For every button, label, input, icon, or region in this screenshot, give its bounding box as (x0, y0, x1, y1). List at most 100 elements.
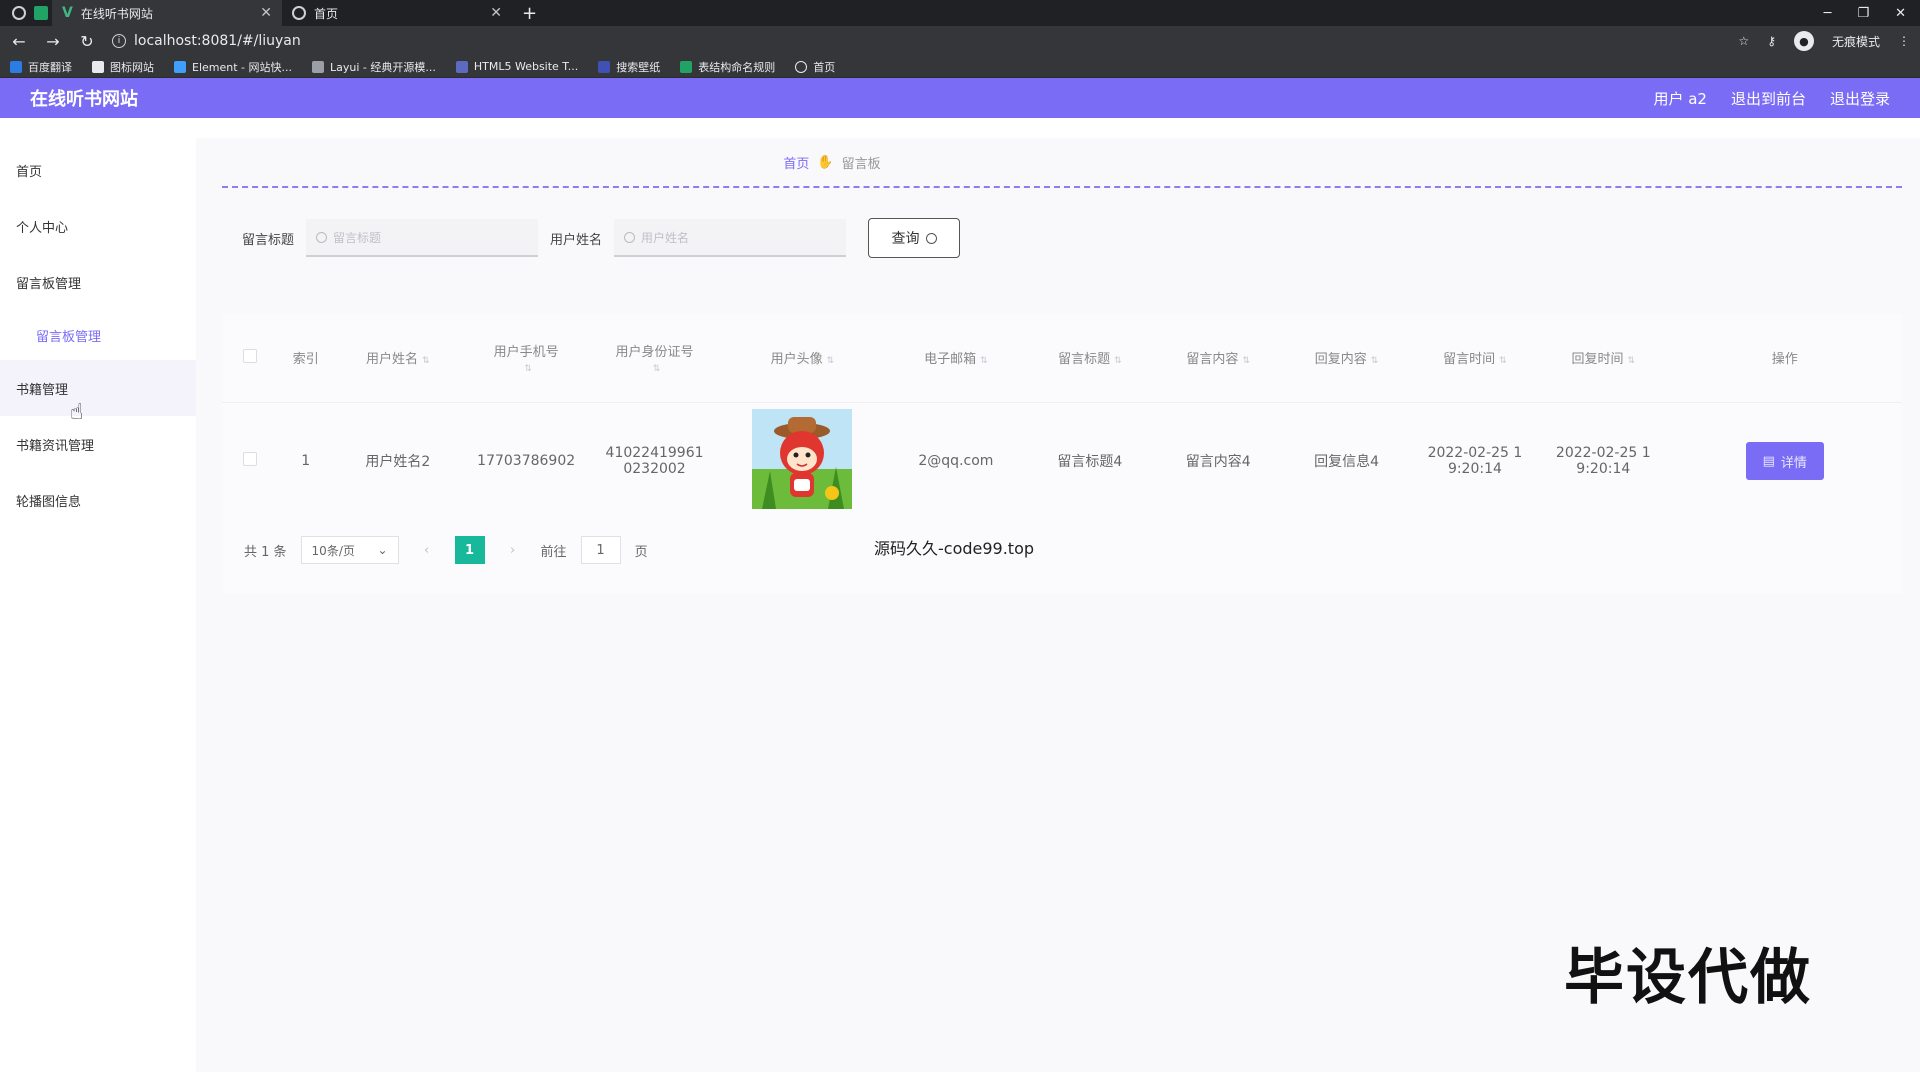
bookmark-naming-rules[interactable]: 表结构命名规则 (680, 59, 775, 75)
sort-icon[interactable]: ⇅ (1371, 356, 1379, 366)
row-checkbox[interactable] (222, 401, 278, 520)
sidebar-item-carousel[interactable]: 轮播图信息 (0, 472, 196, 528)
close-icon[interactable]: ✕ (490, 5, 502, 21)
html5-icon (455, 60, 468, 73)
logout-link[interactable]: 退出登录 (1830, 88, 1890, 109)
star-icon[interactable]: ☆ (1738, 34, 1749, 48)
title-search-input[interactable]: 留言标题 (306, 219, 539, 257)
globe-icon (795, 60, 808, 73)
bookmark-html5[interactable]: HTML5 Website T... (455, 60, 578, 73)
message-table: 索引 用户姓名 ⇅ 用户手机号 ⇅ 用户身份证号 ⇅ 用户头像 ⇅ 电子邮箱 ⇅ 留言标题… (222, 314, 1902, 520)
sort-icon[interactable]: ⇅ (1628, 356, 1636, 366)
col-reply[interactable]: 回复内容 ⇅ (1282, 314, 1410, 402)
col-actions: 操作 (1771, 352, 1798, 368)
table-header-row: 索引 用户姓名 ⇅ 用户手机号 ⇅ 用户身份证号 ⇅ 用户头像 ⇅ 电子邮箱 ⇅ 留言标题… (222, 314, 1902, 402)
bookmark-wallpaper[interactable]: 搜索壁纸 (598, 59, 660, 75)
chevron-down-icon: ⌄ (377, 543, 388, 557)
sort-icon[interactable]: ⇅ (653, 364, 661, 374)
table-row: 1 用户姓名2 17703786902 41022419961 0232002 (222, 401, 1902, 520)
col-id-card[interactable]: 用户身份证号 ⇅ (590, 314, 718, 402)
hand-cursor-icon: ☝ (70, 400, 84, 425)
tab-online-listening[interactable]: V 在线听书网站 ✕ (52, 0, 282, 26)
goto-suffix: 页 (634, 544, 648, 560)
sidebar-item-book-news[interactable]: 书籍资讯管理 (0, 416, 196, 472)
browser-tabbar: V 在线听书网站 ✕ 首页 ✕ + ─ ❐ ✕ (0, 0, 1920, 26)
cell-avatar (718, 401, 887, 520)
goto-page-input[interactable]: 1 (580, 536, 621, 564)
cell-msg-title: 留言标题4 (1025, 401, 1155, 520)
url-field[interactable]: i localhost:8081/#/liuyan (112, 33, 301, 49)
reload-icon[interactable]: ↻ (78, 32, 96, 51)
name-search-label: 用户姓名 (550, 232, 603, 248)
close-icon[interactable]: ✕ (260, 5, 272, 21)
col-avatar[interactable]: 用户头像 ⇅ (719, 314, 886, 402)
menu-dots-icon[interactable]: ⋮ (1898, 34, 1910, 48)
back-arrow-icon[interactable]: ← (10, 32, 28, 51)
cell-index: 1 (277, 401, 334, 520)
incognito-label[interactable]: 无痕模式 (1832, 33, 1880, 50)
sort-icon[interactable]: ⇅ (1114, 356, 1122, 366)
sort-icon[interactable]: ⇅ (980, 356, 988, 366)
forward-arrow-icon[interactable]: → (44, 32, 62, 51)
user-name: 用户 a2 (1653, 89, 1707, 108)
sidebar-item-profile[interactable]: 个人中心 (0, 198, 196, 254)
close-window-icon[interactable]: ✕ (1895, 6, 1906, 21)
detail-button[interactable]: ▤ 详情 (1745, 442, 1824, 481)
col-email[interactable]: 电子邮箱 ⇅ (886, 314, 1026, 402)
restore-icon[interactable]: ❐ (1857, 6, 1869, 21)
sidebar: 首页 个人中心 留言板管理 留言板管理 书籍管理 书籍资讯管理 轮播图信息 (0, 138, 196, 1072)
bookmark-home[interactable]: 首页 (795, 59, 835, 75)
select-all-checkbox[interactable] (222, 314, 278, 402)
prev-page-icon[interactable]: ‹ (413, 543, 441, 558)
cell-id-card: 41022419961 0232002 (590, 401, 719, 520)
col-phone[interactable]: 用户手机号 ⇅ (462, 314, 590, 402)
sort-icon[interactable]: ⇅ (524, 364, 532, 374)
sidebar-subitem-message-board[interactable]: 留言板管理 (0, 310, 196, 360)
new-tab-button[interactable]: + (512, 3, 547, 24)
url-text: localhost:8081/#/liuyan (134, 33, 301, 49)
big-watermark: 毕设代做 (1564, 943, 1812, 1013)
spreadsheet-icon[interactable] (30, 0, 52, 26)
col-username[interactable]: 用户姓名 ⇅ (334, 314, 462, 402)
sort-icon[interactable]: ⇅ (827, 356, 835, 366)
key-icon[interactable]: ⚷ (1767, 34, 1776, 48)
bookmarks-bar: 百度翻译 图标网站 Element - 网站快... Layui - 经典开源模… (0, 56, 1920, 78)
browser-icon[interactable] (8, 0, 30, 26)
back-to-front-link[interactable]: 退出到前台 (1731, 88, 1806, 109)
info-icon[interactable]: i (112, 34, 126, 48)
page-size-select[interactable]: 10条/页 ⌄ (300, 536, 399, 564)
next-page-icon[interactable]: › (499, 543, 527, 558)
sort-icon[interactable]: ⇅ (1499, 356, 1507, 366)
query-button[interactable]: 查询 (868, 218, 961, 258)
goto-prefix: 前往 (540, 544, 567, 560)
total-count: 共 1 条 (244, 544, 287, 560)
sidebar-item-books[interactable]: 书籍管理 (0, 360, 196, 416)
bookmark-layui[interactable]: Layui - 经典开源模... (312, 59, 436, 75)
bookmark-baidu-translate[interactable]: 百度翻译 (10, 59, 72, 75)
vue-logo-icon: V (62, 5, 73, 21)
globe-icon (292, 6, 306, 20)
bookmark-icon-site[interactable]: 图标网站 (92, 59, 154, 75)
page-number[interactable]: 1 (454, 536, 485, 564)
tab-home[interactable]: 首页 ✕ (282, 0, 512, 26)
col-msg-time[interactable]: 留言时间 ⇅ (1411, 314, 1539, 402)
sidebar-item-message-board[interactable]: 留言板管理 (0, 254, 196, 310)
name-search-input[interactable]: 用户姓名 (614, 219, 847, 257)
translate-icon (10, 60, 22, 73)
bookmark-element[interactable]: Element - 网站快... (174, 59, 292, 75)
window-controls: ─ ❐ ✕ (1824, 6, 1920, 21)
breadcrumb: 首页 ✋ 留言板 (0, 138, 1902, 186)
search-icon (624, 231, 636, 243)
breadcrumb-home[interactable]: 首页 (783, 153, 809, 172)
col-msg-content[interactable]: 留言内容 ⇅ (1154, 314, 1282, 402)
sort-icon[interactable]: ⇅ (1242, 356, 1250, 366)
address-bar: ← → ↻ i localhost:8081/#/liuyan ☆ ⚷ ● 无痕… (0, 26, 1920, 56)
col-reply-time[interactable]: 回复时间 ⇅ (1539, 314, 1667, 402)
name-search-placeholder: 用户姓名 (641, 230, 690, 245)
cell-msg-time: 2022-02-25 1 9:20:14 (1410, 401, 1540, 520)
sort-icon[interactable]: ⇅ (422, 356, 430, 366)
incognito-icon[interactable]: ● (1793, 31, 1814, 51)
col-msg-title[interactable]: 留言标题 ⇅ (1026, 314, 1154, 402)
minimize-icon[interactable]: ─ (1824, 6, 1832, 21)
element-icon (174, 60, 186, 73)
